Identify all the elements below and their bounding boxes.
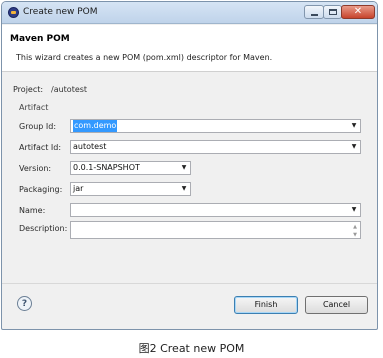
footer-separator bbox=[2, 283, 377, 284]
artifact-group-label: Artifact bbox=[19, 103, 49, 112]
artifact-id-label: Artifact Id: bbox=[19, 143, 62, 152]
description-textarea[interactable]: ▲ ▼ bbox=[70, 221, 361, 239]
version-value: 0.0.1-SNAPSHOT bbox=[73, 163, 140, 172]
cancel-button[interactable]: Cancel bbox=[305, 296, 368, 314]
name-label: Name: bbox=[19, 206, 46, 215]
group-id-value: com.demo bbox=[73, 120, 118, 132]
figure-caption: 图2 Creat new POM bbox=[138, 342, 245, 355]
version-label: Version: bbox=[19, 164, 52, 173]
maximize-icon bbox=[328, 9, 337, 15]
title-bar[interactable]: Create new POM ✕ bbox=[2, 2, 377, 24]
packaging-combo[interactable]: jar ▼ bbox=[70, 182, 191, 196]
dropdown-arrow-icon[interactable]: ▼ bbox=[180, 183, 188, 195]
dropdown-arrow-icon[interactable]: ▼ bbox=[350, 204, 358, 216]
artifact-id-combo[interactable]: autotest ▼ bbox=[70, 140, 361, 154]
close-button[interactable]: ✕ bbox=[341, 5, 375, 19]
version-combo[interactable]: 0.0.1-SNAPSHOT ▼ bbox=[70, 161, 191, 175]
scroll-arrows-icon[interactable]: ▲ ▼ bbox=[351, 223, 359, 239]
wizard-banner: Maven POM This wizard creates a new POM … bbox=[2, 25, 377, 72]
create-pom-dialog: Create new POM ✕ Maven POM This wizard c… bbox=[1, 1, 378, 330]
finish-button[interactable]: Finish bbox=[234, 296, 298, 314]
close-icon: ✕ bbox=[353, 6, 363, 17]
maximize-button[interactable] bbox=[323, 5, 342, 19]
artifact-id-value: autotest bbox=[73, 142, 107, 151]
packaging-label: Packaging: bbox=[19, 185, 63, 194]
eclipse-icon bbox=[8, 7, 19, 18]
group-id-combo[interactable]: com.demo ▼ bbox=[70, 119, 361, 133]
description-label: Description: bbox=[19, 224, 68, 233]
minimize-button[interactable] bbox=[304, 5, 324, 19]
help-icon[interactable]: ? bbox=[17, 296, 32, 311]
dropdown-arrow-icon[interactable]: ▼ bbox=[350, 141, 358, 153]
banner-description: This wizard creates a new POM (pom.xml) … bbox=[16, 53, 273, 62]
dropdown-arrow-icon[interactable]: ▼ bbox=[180, 162, 188, 174]
banner-title: Maven POM bbox=[10, 34, 70, 44]
project-value: /autotest bbox=[51, 85, 88, 94]
project-label: Project: bbox=[13, 85, 44, 94]
name-combo[interactable]: ▼ bbox=[70, 203, 361, 217]
group-id-label: Group Id: bbox=[19, 122, 57, 131]
packaging-value: jar bbox=[73, 184, 84, 193]
dropdown-arrow-icon[interactable]: ▼ bbox=[350, 120, 358, 132]
minimize-icon bbox=[310, 13, 318, 16]
window-title: Create new POM bbox=[23, 7, 98, 17]
